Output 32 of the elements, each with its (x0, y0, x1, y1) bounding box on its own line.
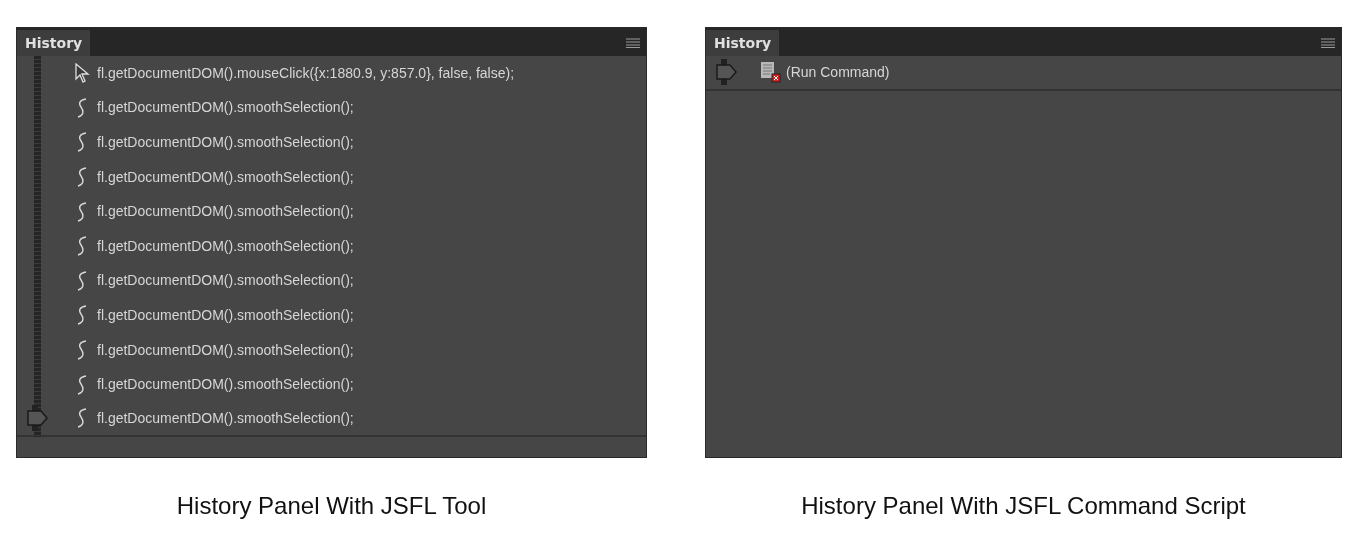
curve-icon (76, 166, 88, 189)
curve-icon (76, 339, 88, 362)
history-slider-handle[interactable] (27, 405, 49, 432)
history-entry[interactable]: fl.getDocumentDOM().mouseClick({x:1880.9, y:857.0}, false, false); (97, 62, 515, 84)
curve-icon (76, 200, 88, 223)
history-entry[interactable]: fl.getDocumentDOM().smoothSelection(); (97, 132, 354, 153)
curve-icon (76, 304, 88, 327)
menu-icon[interactable] (1321, 38, 1335, 48)
curve-icon (76, 407, 88, 430)
history-entry[interactable]: fl.getDocumentDOM().smoothSelection(); (97, 407, 354, 429)
curve-icon (76, 373, 88, 396)
curve-icon (76, 235, 88, 258)
figure-caption: History Panel With JSFL Tool (176, 491, 487, 521)
history-slider-handle[interactable] (716, 59, 738, 86)
panel-tab[interactable]: History (706, 30, 780, 56)
history-entry[interactable]: fl.getDocumentDOM().smoothSelection(); (97, 166, 354, 188)
history-entry[interactable]: (Run Command) (786, 61, 890, 83)
history-entry[interactable]: fl.getDocumentDOM().smoothSelection(); (97, 97, 354, 119)
history-entry[interactable]: fl.getDocumentDOM().smoothSelection(); (97, 339, 354, 361)
history-entry[interactable]: fl.getDocumentDOM().smoothSelection(); (97, 270, 354, 292)
script-error-icon (760, 61, 782, 84)
history-entry[interactable]: fl.getDocumentDOM().smoothSelection(); (97, 201, 354, 223)
curve-icon (76, 131, 88, 154)
menu-icon[interactable] (626, 38, 640, 48)
history-entry[interactable]: fl.getDocumentDOM().smoothSelection(); (97, 235, 354, 257)
history-entry[interactable]: fl.getDocumentDOM().smoothSelection(); (97, 304, 354, 326)
pointer-icon (74, 63, 90, 84)
figure-caption: History Panel With JSFL Command Script (801, 491, 1246, 521)
panel-tab[interactable]: History (17, 30, 91, 56)
curve-icon (76, 269, 88, 292)
history-entry[interactable]: fl.getDocumentDOM().smoothSelection(); (97, 374, 354, 396)
curve-icon (76, 96, 88, 119)
